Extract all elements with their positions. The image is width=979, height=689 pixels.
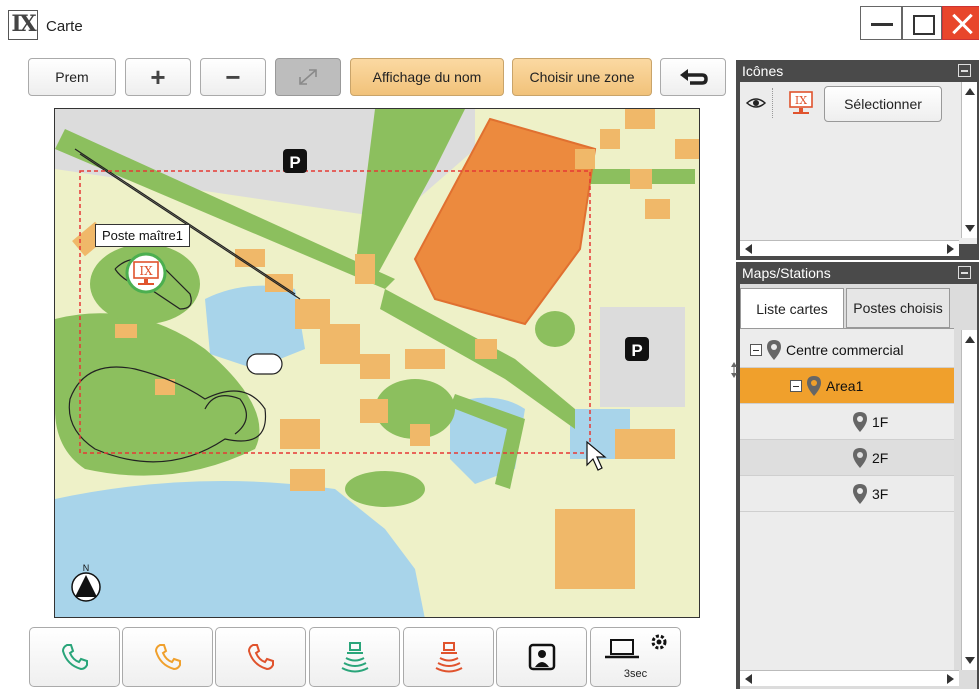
station-label: Poste maître1	[95, 224, 190, 247]
zoom-out-button[interactable]: −	[200, 58, 266, 96]
svg-text:IX: IX	[139, 264, 153, 278]
svg-text:N: N	[83, 563, 90, 573]
icons-panel-body: IX Sélectionner	[740, 82, 977, 244]
map-canvas: P P IX N	[55, 109, 699, 617]
tree-item-label: 2F	[872, 449, 889, 466]
maximize-button[interactable]	[902, 6, 942, 40]
tree-horizontal-scrollbar[interactable]	[740, 670, 959, 686]
parking-icon: P	[283, 149, 307, 173]
minimize-button[interactable]	[860, 6, 902, 40]
maps-panel-header: Maps/Stations	[736, 262, 979, 284]
tree-item-label: Centre commercial	[786, 341, 904, 358]
speaker-green-icon	[341, 642, 368, 673]
icons-panel: Icônes IX Sélectionner	[736, 60, 979, 260]
tree-item-area1[interactable]: Area1	[740, 368, 954, 404]
tree-item-centre-commercial[interactable]: Centre commercial	[740, 332, 954, 368]
app-logo: IX	[8, 10, 38, 40]
svg-text:P: P	[289, 153, 300, 172]
close-button[interactable]	[942, 6, 979, 40]
tree-item-label: 1F	[872, 413, 889, 430]
collapse-toggle-icon[interactable]	[750, 343, 762, 356]
icons-panel-header: Icônes	[736, 60, 979, 82]
map-pin-icon	[853, 411, 867, 432]
call-priority-button[interactable]	[122, 627, 213, 687]
tab-selected-stations[interactable]: Postes choisis	[846, 288, 950, 328]
fit-screen-button[interactable]	[275, 58, 341, 96]
timer-settings-button[interactable]: 3sec	[590, 627, 681, 687]
icons-horizontal-scrollbar[interactable]	[740, 240, 959, 256]
phone-orange-icon	[154, 644, 181, 671]
map-pin-icon	[807, 375, 821, 396]
tree-item-label: Area1	[826, 377, 864, 394]
collapse-icon[interactable]	[958, 64, 971, 77]
tree-item-3f[interactable]: 3F	[740, 476, 954, 512]
phone-green-icon	[61, 644, 88, 671]
title-bar: IX Carte	[0, 0, 979, 46]
window-title: Carte	[46, 18, 83, 35]
video-monitor-icon	[528, 643, 555, 671]
column-divider	[772, 88, 773, 118]
map-pin-icon	[853, 447, 867, 468]
map-view[interactable]: P P IX N	[54, 108, 700, 618]
undo-arrow-icon	[680, 69, 708, 85]
tree-item-2f[interactable]: 2F	[740, 440, 954, 476]
call-button[interactable]	[29, 627, 120, 687]
tree-item-1f[interactable]: 1F	[740, 404, 954, 440]
tab-map-list[interactable]: Liste cartes	[740, 288, 844, 328]
icons-vertical-scrollbar[interactable]	[961, 82, 977, 238]
paging-urgent-button[interactable]	[403, 627, 494, 687]
timer-label: 3sec	[623, 668, 648, 680]
call-urgent-button[interactable]	[215, 627, 306, 687]
tree-vertical-scrollbar[interactable]	[961, 330, 977, 670]
eye-icon[interactable]	[746, 96, 766, 110]
station-marker[interactable]: IX	[125, 252, 167, 294]
map-pin-icon	[853, 483, 867, 504]
svg-text:P: P	[631, 341, 642, 360]
station-ix-icon: IX	[789, 91, 813, 114]
collapse-icon[interactable]	[958, 266, 971, 279]
show-name-button[interactable]: Affichage du nom	[350, 58, 504, 96]
zoom-in-button[interactable]: +	[125, 58, 191, 96]
resize-arrows-icon	[731, 362, 737, 378]
parking-icon: P	[625, 337, 649, 361]
speaker-red-icon	[435, 642, 462, 673]
tree-item-label: 3F	[872, 485, 889, 502]
paging-button[interactable]	[309, 627, 400, 687]
monitor-button[interactable]	[496, 627, 587, 687]
maps-panel-title: Maps/Stations	[742, 265, 831, 281]
map-window: IX Carte Prem + − Affichage du nom Chois…	[0, 0, 979, 689]
svg-text:IX: IX	[795, 94, 807, 107]
select-button[interactable]: Sélectionner	[824, 86, 942, 122]
phone-red-icon	[247, 644, 274, 671]
expand-icon	[299, 69, 317, 85]
map-pin-icon	[767, 339, 781, 360]
laptop-gear-icon	[605, 634, 667, 659]
choose-zone-button[interactable]: Choisir une zone	[512, 58, 652, 96]
collapse-toggle-icon[interactable]	[790, 379, 802, 392]
icons-panel-title: Icônes	[742, 63, 784, 79]
back-button[interactable]	[660, 58, 726, 96]
maps-stations-panel: Maps/Stations Liste cartes Postes choisi…	[736, 262, 979, 689]
prem-button[interactable]: Prem	[28, 58, 116, 96]
panel-resize-handle[interactable]	[730, 360, 738, 380]
